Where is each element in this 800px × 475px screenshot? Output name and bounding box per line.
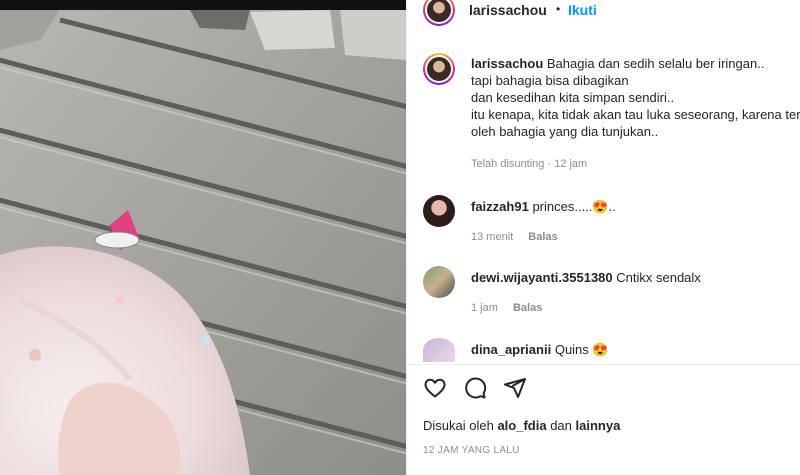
header-separator: • [556,2,561,16]
follow-button[interactable]: Ikuti [568,2,597,18]
post-header: larissachou • Ikuti [407,0,800,34]
comment-avatar[interactable] [423,338,455,362]
likes-summary: Disukai oleh alo_fdia dan lainnya [423,418,620,433]
comment-time: 13 menit [471,231,514,243]
comment-avatar[interactable] [423,266,455,298]
post-photo-art [0,0,406,475]
caption-avatar[interactable] [423,53,455,85]
comment-text: Quins 😍 [554,342,609,357]
author-username[interactable]: larissachou [469,2,547,18]
likes-others[interactable]: lainnya [576,418,621,433]
comment-username[interactable]: dewi.wijayanti.3551380 [471,270,613,285]
caption-line-2: tapi bahagia bisa dibagikan [471,73,629,88]
comment-icon[interactable] [463,376,487,400]
comment-text: Cntikx sendalx [616,270,701,285]
comment-username[interactable]: dina_aprianii [471,342,551,357]
likes-conjunction: dan [550,418,572,433]
comment-avatar[interactable] [423,195,455,227]
likes-prefix: Disukai oleh [423,418,494,433]
post-image[interactable] [0,0,406,475]
caption-line-1: Bahagia dan sedih selalu ber iringan.. [546,56,765,71]
share-icon[interactable] [503,376,527,400]
comment-time: 1 jam [471,302,498,314]
post-timestamp: 12 JAM YANG LALU [423,445,520,456]
comment-username[interactable]: faizzah91 [471,199,529,214]
caption-username[interactable]: larissachou [471,56,543,71]
actions-divider [407,364,800,365]
post-details-panel: larissachou • Ikuti larissachou Bahagia … [406,0,800,475]
heart-icon[interactable] [423,376,447,400]
reply-button[interactable]: Balas [513,302,542,314]
author-avatar[interactable] [423,0,455,26]
caption-line-3: dan kesedihan kita simpan sendiri.. [471,90,675,105]
post-caption: larissachou Bahagia dan sedih selalu ber… [471,55,800,140]
reply-button[interactable]: Balas [528,231,557,243]
likes-user[interactable]: alo_fdia [497,418,546,433]
caption-line-4: itu kenapa, kita tidak akan tau luka ses… [471,107,800,122]
caption-line-5: oleh bahagia yang dia tunjukan.. [471,124,659,139]
caption-meta: Telah disunting · 12 jam [471,158,588,170]
comment-text: princes.....😍.. [532,199,616,214]
